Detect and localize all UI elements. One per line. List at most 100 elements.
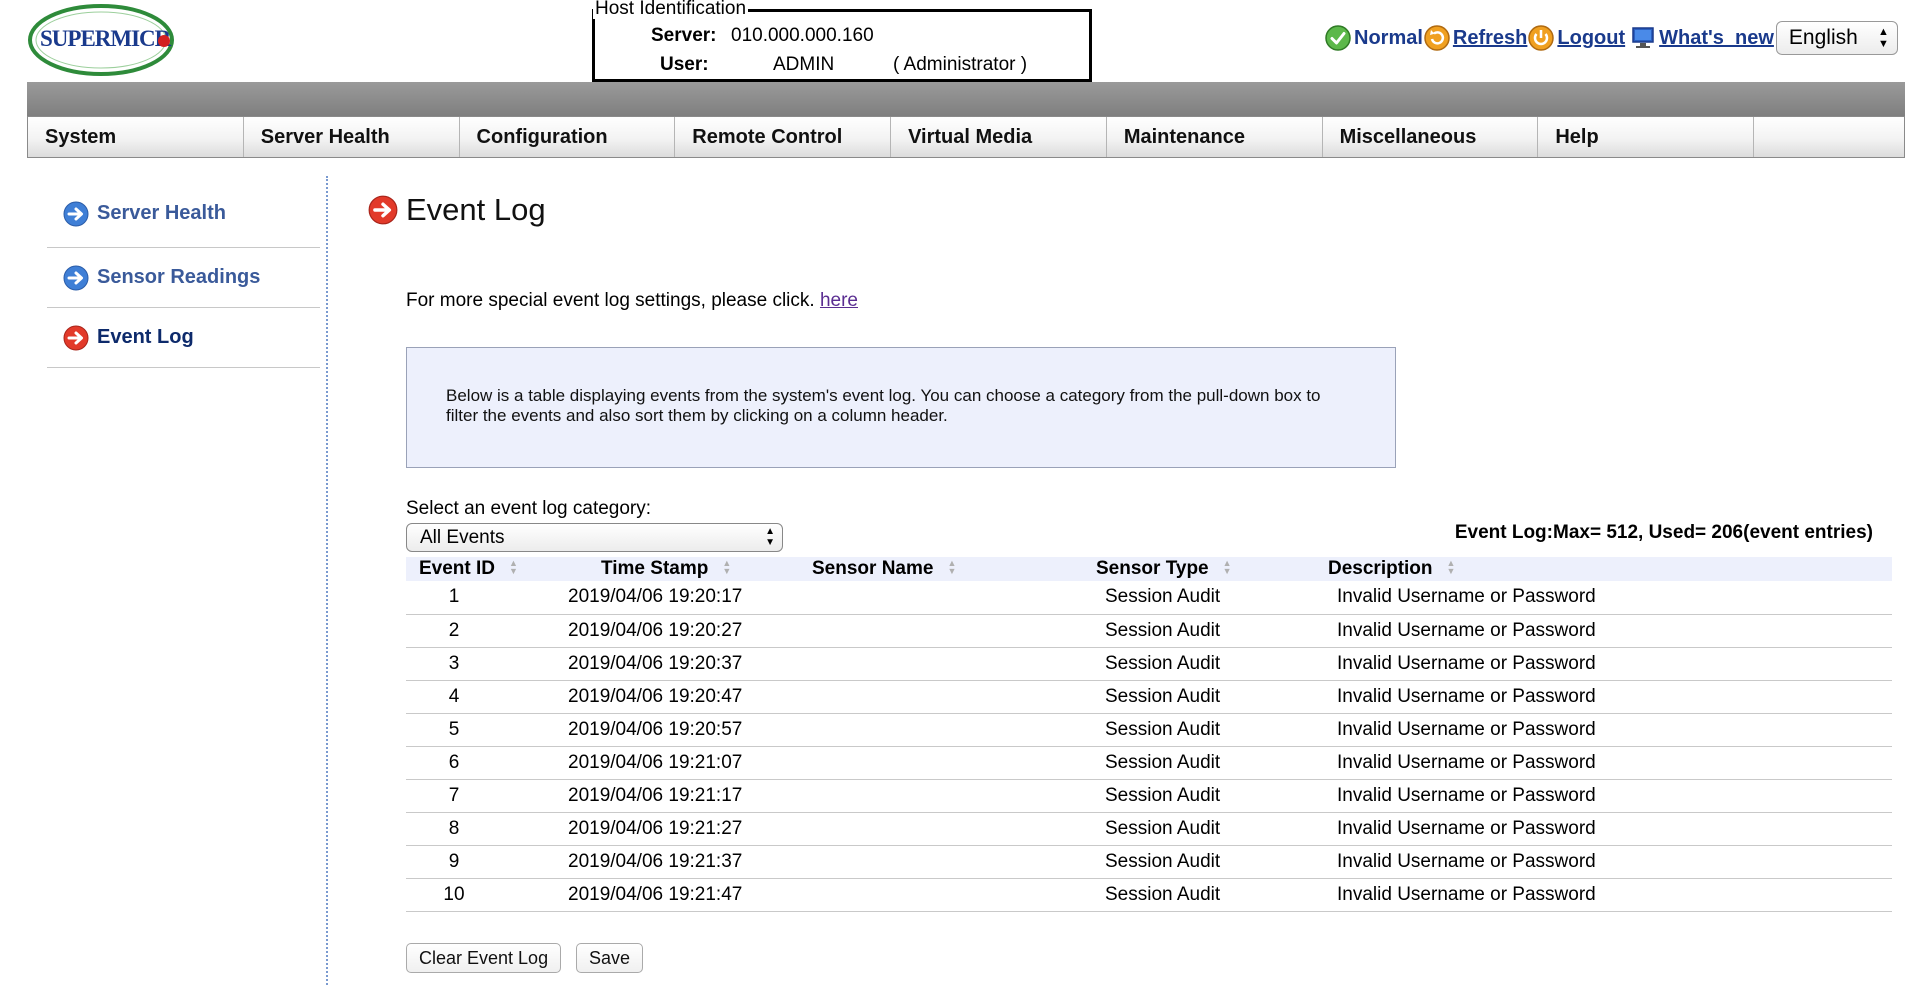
blue-arrow-icon — [63, 265, 89, 291]
cell-sensor-type: Session Audit — [1096, 845, 1328, 879]
sort-icon: ▲ ▼ — [509, 557, 518, 576]
table-row[interactable]: 4 2019/04/06 19:20:47 Session Audit Inva… — [406, 680, 1892, 714]
cell-sensor-type: Session Audit — [1096, 779, 1328, 813]
nav-server-health[interactable]: Server Health — [244, 117, 460, 157]
nav-empty-cell — [1754, 117, 1904, 157]
page-header: Event Log — [368, 192, 546, 228]
table-row[interactable]: 8 2019/04/06 19:21:27 Session Audit Inva… — [406, 812, 1892, 846]
table-row[interactable]: 5 2019/04/06 19:20:57 Session Audit Inva… — [406, 713, 1892, 747]
language-select[interactable]: English ▲ ▼ — [1775, 21, 1898, 55]
info-box: Below is a table displaying events from … — [406, 347, 1396, 468]
cell-event-id: 8 — [406, 812, 528, 846]
table-row[interactable]: 3 2019/04/06 19:20:37 Session Audit Inva… — [406, 647, 1892, 681]
red-arrow-icon — [63, 325, 89, 351]
cell-sensor-type: Session Audit — [1096, 713, 1328, 747]
red-arrow-icon — [368, 195, 398, 225]
logo-red-dot-icon — [158, 35, 170, 47]
cell-event-id: 9 — [406, 845, 528, 879]
cell-description: Invalid Username or Password — [1328, 812, 1892, 846]
column-header-label: Time Stamp — [601, 558, 709, 579]
nav-configuration[interactable]: Configuration — [460, 117, 676, 157]
table-row[interactable]: 9 2019/04/06 19:21:37 Session Audit Inva… — [406, 845, 1892, 879]
clear-event-log-button[interactable]: Clear Event Log — [406, 943, 562, 973]
table-row[interactable]: 1 2019/04/06 19:20:17 Session Audit Inva… — [406, 581, 1892, 615]
sort-icon: ▲ ▼ — [947, 557, 957, 576]
cell-sensor-name — [776, 812, 1096, 846]
sidebar-item-sensor-readings[interactable]: Sensor Readings — [47, 248, 320, 308]
column-header-event-id[interactable]: Event ID ▲ ▼ — [406, 557, 528, 581]
user-role: ( Administrator ) — [893, 54, 1028, 75]
category-value: All Events — [420, 527, 505, 548]
column-header-sensor-type[interactable]: Sensor Type ▲ ▼ — [1096, 557, 1328, 581]
header: SUPERMICR Host Identification Server: 01… — [0, 0, 1920, 82]
cell-sensor-type: Session Audit — [1096, 812, 1328, 846]
sidebar-divider — [326, 176, 328, 985]
sidebar-item-label: Event Log — [97, 326, 194, 348]
nav-remote-control[interactable]: Remote Control — [675, 117, 892, 157]
cell-time-stamp: 2019/04/06 19:21:47 — [528, 878, 776, 912]
cell-description: Invalid Username or Password — [1328, 779, 1892, 813]
cell-event-id: 6 — [406, 746, 528, 780]
table-row[interactable]: 10 2019/04/06 19:21:47 Session Audit Inv… — [406, 878, 1892, 912]
nav-system[interactable]: System — [28, 117, 244, 157]
table-row[interactable]: 2 2019/04/06 19:20:27 Session Audit Inva… — [406, 614, 1892, 648]
column-header-label: Sensor Name — [812, 558, 934, 579]
nav-miscellaneous[interactable]: Miscellaneous — [1323, 117, 1539, 157]
user-value: ADMIN — [773, 54, 835, 75]
language-value: English — [1788, 26, 1858, 49]
cell-sensor-name — [776, 779, 1096, 813]
header-actions: Normal Refresh Logout What's_new English… — [1324, 20, 1898, 56]
sort-icon: ▲ ▼ — [1446, 557, 1456, 576]
cell-sensor-name — [776, 680, 1096, 714]
nav-maintenance[interactable]: Maintenance — [1107, 117, 1323, 157]
cell-event-id: 3 — [406, 647, 528, 681]
cell-sensor-name — [776, 845, 1096, 879]
cell-time-stamp: 2019/04/06 19:21:07 — [528, 746, 776, 780]
cell-event-id: 7 — [406, 779, 528, 813]
nav-virtual-media[interactable]: Virtual Media — [891, 117, 1107, 157]
nav-help[interactable]: Help — [1538, 117, 1755, 157]
cell-description: Invalid Username or Password — [1328, 746, 1892, 780]
column-header-label: Sensor Type — [1096, 558, 1209, 579]
cell-time-stamp: 2019/04/06 19:20:27 — [528, 614, 776, 648]
cell-time-stamp: 2019/04/06 19:21:37 — [528, 845, 776, 879]
sidebar-item-event-log[interactable]: Event Log — [47, 308, 320, 368]
category-select[interactable]: All Events ▲ ▼ — [406, 523, 783, 552]
cell-event-id: 1 — [406, 581, 528, 615]
cell-time-stamp: 2019/04/06 19:20:37 — [528, 647, 776, 681]
logout-icon[interactable] — [1527, 24, 1555, 52]
cell-sensor-name — [776, 647, 1096, 681]
column-header-sensor-name[interactable]: Sensor Name ▲ ▼ — [776, 557, 1096, 581]
server-label: Server: — [651, 25, 717, 46]
refresh-link[interactable]: Refresh — [1453, 27, 1527, 50]
cell-sensor-type: Session Audit — [1096, 746, 1328, 780]
table-header-row: Event ID ▲ ▼ Time Stamp ▲ ▼ Sensor Name ▲ ▼ Se… — [406, 557, 1892, 581]
whats-new-link[interactable]: What's_new — [1659, 27, 1774, 50]
cell-event-id: 5 — [406, 713, 528, 747]
special-settings-link[interactable]: here — [820, 290, 858, 311]
table-row[interactable]: 7 2019/04/06 19:21:17 Session Audit Inva… — [406, 779, 1892, 813]
select-arrows-icon: ▲ ▼ — [765, 526, 775, 548]
column-header-time-stamp[interactable]: Time Stamp ▲ ▼ — [528, 557, 776, 581]
cell-time-stamp: 2019/04/06 19:20:57 — [528, 713, 776, 747]
sidebar-item-server-health[interactable]: Server Health — [47, 180, 320, 248]
main-nav: System Server Health Configuration Remot… — [27, 116, 1905, 158]
monitor-icon[interactable] — [1629, 24, 1657, 52]
cell-event-id: 2 — [406, 614, 528, 648]
log-usage-text: Event Log:Max= 512, Used= 206(event entr… — [1454, 522, 1873, 543]
table-row[interactable]: 6 2019/04/06 19:21:07 Session Audit Inva… — [406, 746, 1892, 780]
host-identification: Host Identification Server: 010.000.000.… — [592, 0, 1092, 82]
column-header-description[interactable]: Description ▲ ▼ — [1328, 557, 1892, 581]
save-button[interactable]: Save — [576, 943, 644, 973]
user-label: User: — [660, 54, 709, 75]
cell-sensor-name — [776, 581, 1096, 615]
refresh-icon[interactable] — [1423, 24, 1451, 52]
logout-link[interactable]: Logout — [1557, 27, 1625, 50]
cell-description: Invalid Username or Password — [1328, 878, 1892, 912]
cell-time-stamp: 2019/04/06 19:21:27 — [528, 812, 776, 846]
sidebar: Server Health Sensor Readings Event Log — [47, 180, 320, 368]
cell-sensor-type: Session Audit — [1096, 581, 1328, 615]
blue-arrow-icon — [63, 201, 89, 227]
event-table: Event ID ▲ ▼ Time Stamp ▲ ▼ Sensor Name ▲ ▼ Se… — [406, 557, 1892, 912]
select-arrows-icon: ▲ ▼ — [1878, 26, 1889, 50]
